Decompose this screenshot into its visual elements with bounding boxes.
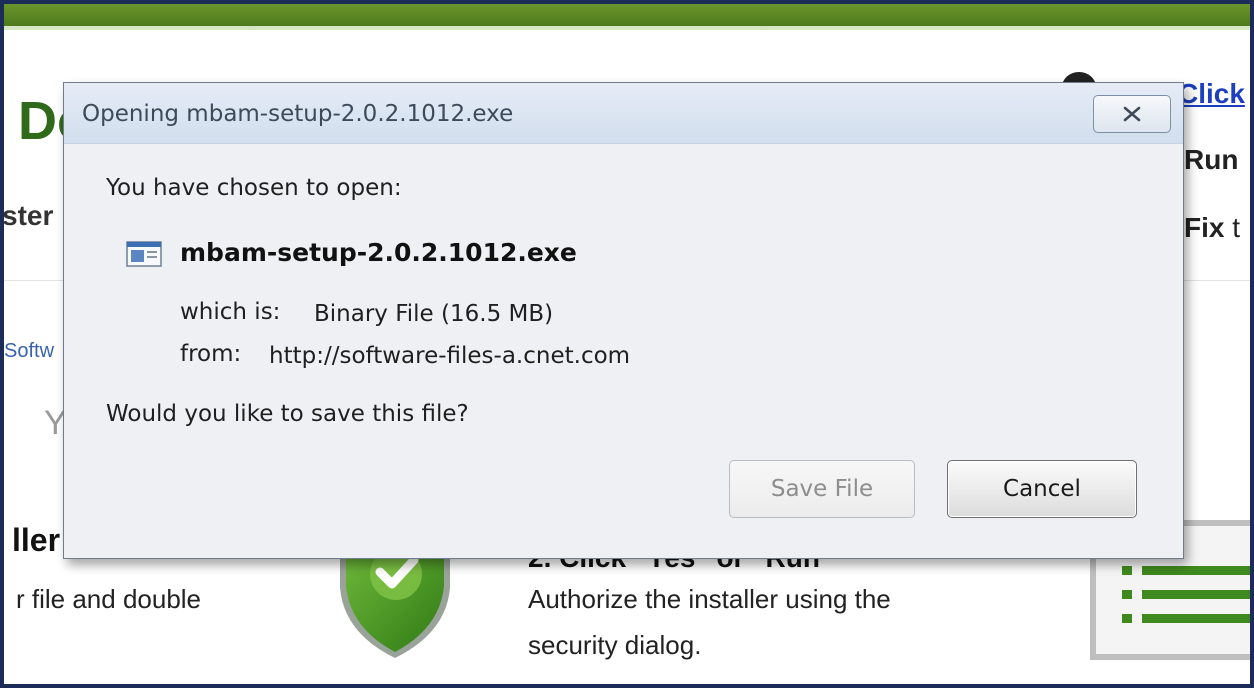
page-link-fragment[interactable]: Softw: [4, 340, 54, 363]
fix-step-label: Fix t: [1184, 212, 1240, 244]
file-type-label: which is:: [180, 299, 281, 325]
save-question: Would you like to save this file?: [106, 401, 469, 427]
run-step-label: Run: [1184, 144, 1239, 175]
step-two-description-line1: Authorize the installer using the: [528, 584, 891, 614]
step-one-heading-fragment: ller: [12, 522, 61, 558]
list-icon-row: [1142, 614, 1254, 623]
close-x-icon: [1123, 106, 1141, 122]
fix-step-rest: t: [1224, 212, 1241, 243]
dialog-title: Opening mbam-setup-2.0.2.1012.exe: [82, 101, 514, 127]
file-name: mbam-setup-2.0.2.1012.exe: [180, 238, 577, 267]
cancel-button[interactable]: Cancel: [947, 460, 1137, 518]
file-source-value: http://software-files-a.cnet.com: [269, 343, 631, 369]
page-subheading-fragment: ster: [2, 200, 54, 231]
page-header-underline: [0, 26, 1254, 30]
step-one-description: r file and double: [16, 584, 202, 614]
dialog-titlebar[interactable]: Opening mbam-setup-2.0.2.1012.exe: [64, 83, 1183, 144]
list-icon-row: [1142, 566, 1254, 575]
close-button[interactable]: [1093, 95, 1171, 133]
click-link[interactable]: Click: [1178, 78, 1245, 110]
list-icon-row: [1122, 590, 1132, 599]
page-header-bar: [0, 0, 1254, 26]
shield-check-icon: [340, 548, 450, 658]
chosen-to-open-label: You have chosen to open:: [106, 175, 402, 201]
file-source-label: from:: [180, 341, 242, 367]
file-type-value: Binary File (16.5 MB): [314, 301, 554, 327]
step-two-description-line2: security dialog.: [528, 630, 702, 660]
list-icon-row: [1122, 566, 1132, 575]
list-icon-row: [1122, 614, 1132, 623]
list-icon-row: [1142, 590, 1254, 599]
fix-step-bold: Fix: [1184, 212, 1225, 243]
application-file-icon: [126, 241, 162, 267]
save-file-button[interactable]: Save File: [729, 460, 915, 518]
open-file-dialog: Opening mbam-setup-2.0.2.1012.exe You ha…: [63, 82, 1184, 559]
